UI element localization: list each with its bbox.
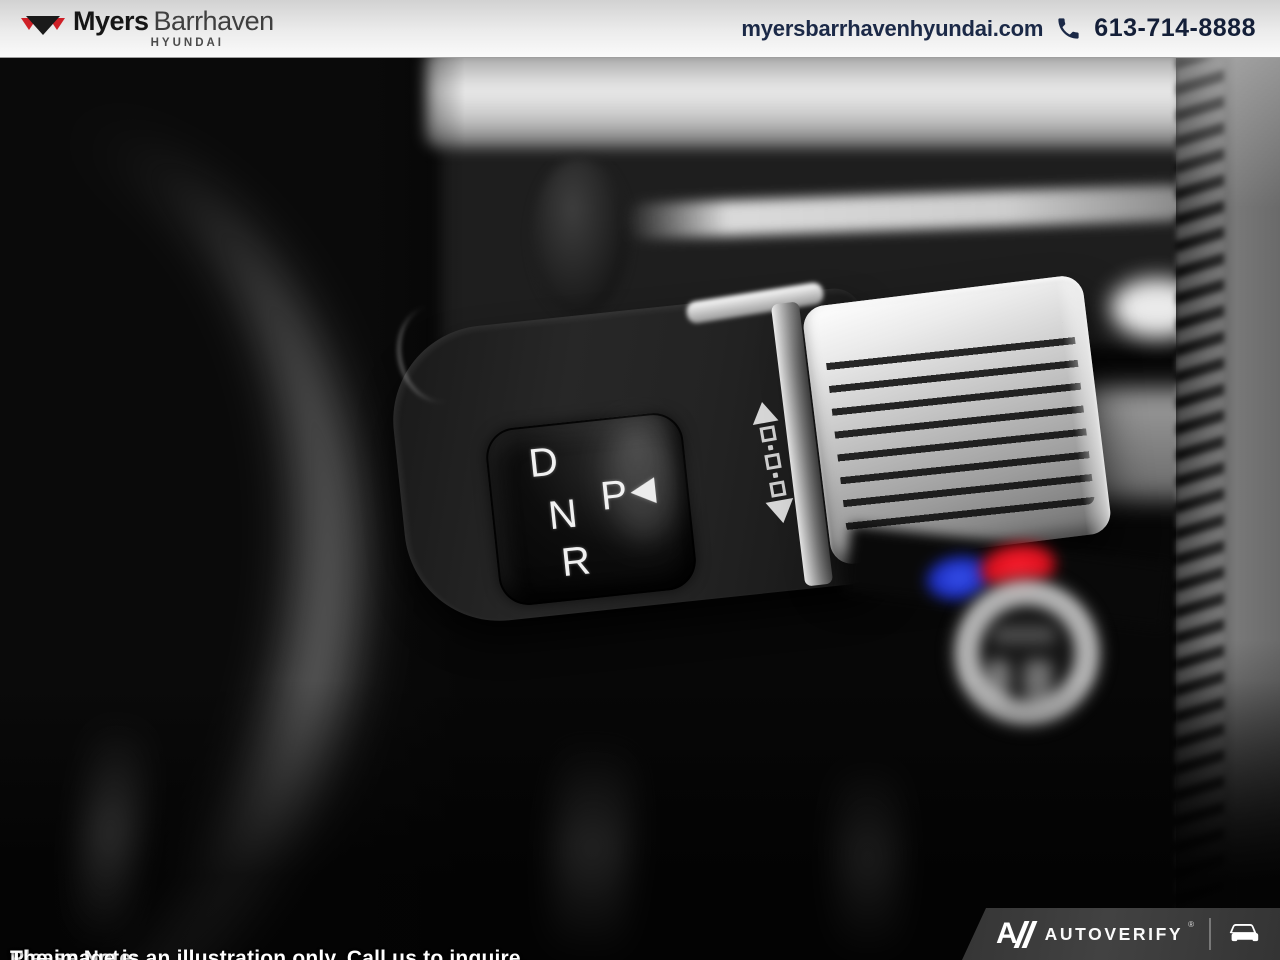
triangle-up-icon bbox=[749, 400, 778, 425]
dealer-name-bold: Myers bbox=[73, 6, 149, 36]
knob-ridges bbox=[825, 321, 1096, 534]
autoverify-brand-text: AUTOVERIFY bbox=[1045, 924, 1183, 945]
vent-dial-blur bbox=[532, 158, 628, 316]
dealer-header: MyersBarrhaven HYUNDAI myersbarrhavenhyu… bbox=[0, 0, 1280, 58]
dealer-contact: myersbarrhavenhyundai.com 613-714-8888 bbox=[741, 14, 1256, 43]
light-streak bbox=[838, 758, 898, 958]
dealer-logo: MyersBarrhaven HYUNDAI bbox=[20, 8, 274, 50]
autoverify-logo-icon: A bbox=[996, 919, 1032, 949]
gear-label-park: P bbox=[599, 474, 630, 517]
autoverify-monogram-letter: A bbox=[996, 919, 1016, 949]
gear-label-drive: D bbox=[527, 441, 560, 484]
rim-top-highlight bbox=[1176, 58, 1280, 208]
dealer-name-sub: HYUNDAI bbox=[87, 38, 288, 50]
myers-m-emblem-icon bbox=[20, 13, 66, 39]
autoverify-badge: A AUTOVERIFY ® bbox=[962, 908, 1280, 960]
gear-selector-photo: D N P R bbox=[0, 58, 1280, 960]
square-icon bbox=[759, 425, 776, 442]
gear-label-reverse: R bbox=[559, 540, 592, 583]
shifter-chrome-knob bbox=[801, 274, 1113, 566]
car-front-icon bbox=[1224, 921, 1262, 947]
gear-position-pad: D N P R bbox=[483, 410, 699, 608]
dial-glyph-blur bbox=[992, 626, 1056, 644]
dealer-phone: 613-714-8888 bbox=[1094, 14, 1256, 43]
light-streak bbox=[550, 736, 633, 959]
vehicle-photo-page: MyersBarrhaven HYUNDAI myersbarrhavenhyu… bbox=[0, 0, 1280, 960]
park-position-arrow-icon bbox=[629, 477, 657, 505]
dot-icon bbox=[772, 472, 778, 478]
dot-icon bbox=[767, 445, 773, 451]
registered-trademark: ® bbox=[1188, 920, 1194, 929]
disclaimer-text: The image is an illustration only. Call … bbox=[10, 947, 527, 960]
badge-divider bbox=[1209, 918, 1211, 950]
phone-icon bbox=[1055, 15, 1082, 42]
gear-label-neutral: N bbox=[546, 494, 579, 537]
dealer-name-regular: Barrhaven bbox=[154, 6, 274, 36]
dealer-website: myersbarrhavenhyundai.com bbox=[741, 16, 1043, 42]
triangle-down-icon bbox=[766, 498, 798, 526]
dash-trim-highlight bbox=[425, 58, 1225, 148]
square-icon bbox=[769, 480, 786, 497]
dealer-name: MyersBarrhaven HYUNDAI bbox=[73, 8, 274, 50]
square-icon bbox=[764, 453, 781, 470]
